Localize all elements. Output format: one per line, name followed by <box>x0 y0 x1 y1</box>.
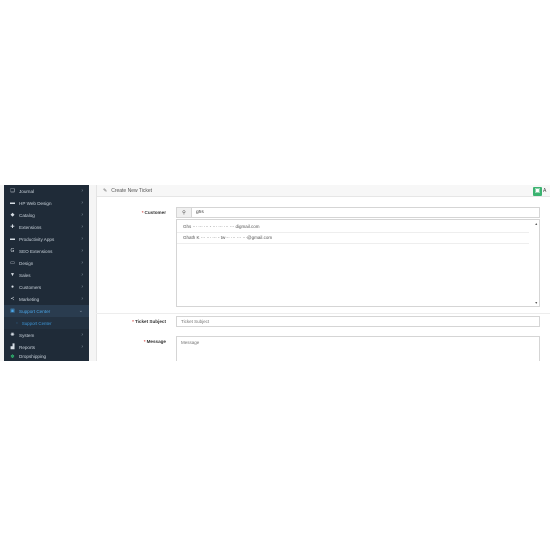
web-design-icon: ▬ <box>10 200 15 206</box>
sidebar: ❑ Journal › ▬ HP Web Design › ◆ Catalog › ✚ Extens… <box>4 185 89 361</box>
form-divider <box>96 313 550 314</box>
cart-icon: ▼ <box>10 272 15 278</box>
journal-icon: ❑ <box>10 188 15 194</box>
leaf-icon: ✽ <box>10 354 15 359</box>
save-button[interactable]: ▣ <box>533 187 542 196</box>
sidebar-item-system[interactable]: ✺ System › <box>4 329 89 341</box>
customer-label: *Customer <box>118 210 166 215</box>
sidebar-item-extensions[interactable]: ✚ Extensions › <box>4 221 89 233</box>
scroll-down-arrow-icon[interactable]: ▼ <box>535 301 538 305</box>
chevron-right-icon: › <box>81 260 83 266</box>
chevron-right-icon: › <box>81 284 83 290</box>
sidebar-item-label: Catalog <box>19 212 35 218</box>
required-mark: * <box>141 210 144 215</box>
bar-chart-icon: ▟ <box>10 344 15 350</box>
sidebar-item-design[interactable]: ▭ Design › <box>4 257 89 269</box>
sidebar-item-sales[interactable]: ▼ Sales › <box>4 269 89 281</box>
customer-result-item[interactable]: Ghath K ⋯ ⋯ ⋯ - tw⋯ ⋯ ⋯ ⋯@gmail.com <box>177 233 529 244</box>
customer-search-group: ⚲ <box>176 207 540 218</box>
required-mark: * <box>132 319 134 324</box>
message-label: *Message <box>118 339 166 344</box>
sidebar-item-label: Support Center <box>19 308 51 314</box>
chevron-right-icon: › <box>81 248 83 254</box>
sidebar-item-label: Extensions <box>19 224 42 230</box>
customer-label-text: Customer <box>144 210 166 215</box>
pencil-icon: ✎ <box>103 187 108 194</box>
circle-icon: ○ <box>16 321 18 325</box>
chevron-right-icon: › <box>81 272 83 278</box>
sidebar-item-label: Marketing <box>19 296 40 302</box>
message-textarea[interactable] <box>176 336 540 361</box>
sidebar-item-label: Productivity Apps <box>19 236 55 242</box>
sidebar-item-label: Design <box>19 260 34 266</box>
sidebar-item-journal[interactable]: ❑ Journal › <box>4 185 89 197</box>
panel-heading: ✎ Create New Ticket <box>97 185 550 197</box>
sidebar-item-customers[interactable]: ● Customers › <box>4 281 89 293</box>
chevron-right-icon: › <box>81 344 83 350</box>
chevron-right-icon: › <box>81 188 83 194</box>
ticket-subject-label: *Ticket Subject <box>100 319 166 324</box>
share-icon: ≺ <box>10 296 15 302</box>
sidebar-item-label: System <box>19 332 35 338</box>
sidebar-subitem-support-center[interactable]: ○ Support Center <box>4 317 89 329</box>
tag-icon: ◆ <box>10 212 15 218</box>
sidebar-item-label: Reports <box>19 344 36 350</box>
ticket-subject-input[interactable] <box>176 316 540 327</box>
sidebar-item-catalog[interactable]: ◆ Catalog › <box>4 209 89 221</box>
customer-results-list[interactable]: Ghs ⋯ ⋯ ⋯ - ⋯ ⋯ ⋯ ⋯ digmail.com Ghath K … <box>176 219 540 307</box>
required-mark: * <box>143 339 146 344</box>
sidebar-item-seo-extensions[interactable]: G SEO Extensions › <box>4 245 89 257</box>
search-icon[interactable]: ⚲ <box>177 208 192 217</box>
sidebar-subitem-label: Support Center <box>21 320 52 326</box>
chevron-right-icon: › <box>81 296 83 302</box>
sidebar-item-support-center[interactable]: ▣ Support Center ⌄ <box>4 305 89 317</box>
seo-icon: G <box>10 248 15 254</box>
puzzle-icon: ✚ <box>10 224 15 230</box>
app-frame: ❑ Journal › ▬ HP Web Design › ◆ Catalog › ✚ Extens… <box>0 185 550 361</box>
sidebar-item-hp-web-design[interactable]: ▬ HP Web Design › <box>4 197 89 209</box>
scroll-up-arrow-icon[interactable]: ▲ <box>535 222 538 226</box>
chevron-right-icon: › <box>81 332 83 338</box>
customer-result-item[interactable]: Ghs ⋯ ⋯ ⋯ - ⋯ ⋯ ⋯ ⋯ digmail.com <box>177 222 529 233</box>
monitor-icon: ▭ <box>10 260 15 266</box>
cog-icon: ✺ <box>10 332 15 338</box>
sidebar-item-reports[interactable]: ▟ Reports › <box>4 341 89 353</box>
chevron-right-icon: › <box>81 224 83 230</box>
panel-title: Create New Ticket <box>111 187 153 194</box>
sidebar-item-label: Journal <box>19 188 35 194</box>
customer-search-input[interactable] <box>192 208 539 217</box>
sidebar-item-label: Sales <box>19 272 31 278</box>
chevron-right-icon: › <box>81 200 83 206</box>
message-label-text: Message <box>146 339 166 344</box>
chevron-down-icon: ⌄ <box>78 308 83 314</box>
support-icon: ▣ <box>10 308 15 314</box>
chevron-right-icon: › <box>81 212 83 218</box>
sidebar-item-label: Dropshipping <box>19 354 47 359</box>
sidebar-item-dropshipping[interactable]: ✽ Dropshipping <box>4 353 89 359</box>
apps-icon: ▬ <box>10 236 15 242</box>
sidebar-item-label: Customers <box>19 284 42 290</box>
sidebar-item-productivity-apps[interactable]: ▬ Productivity Apps › <box>4 233 89 245</box>
chevron-right-icon: › <box>81 236 83 242</box>
sidebar-item-label: SEO Extensions <box>19 248 53 254</box>
sidebar-item-label: HP Web Design <box>19 200 52 206</box>
sidebar-item-marketing[interactable]: ≺ Marketing › <box>4 293 89 305</box>
user-icon: ● <box>10 284 15 290</box>
header-edge-text: A <box>543 188 547 194</box>
ticket-subject-label-text: Ticket Subject <box>134 319 166 324</box>
